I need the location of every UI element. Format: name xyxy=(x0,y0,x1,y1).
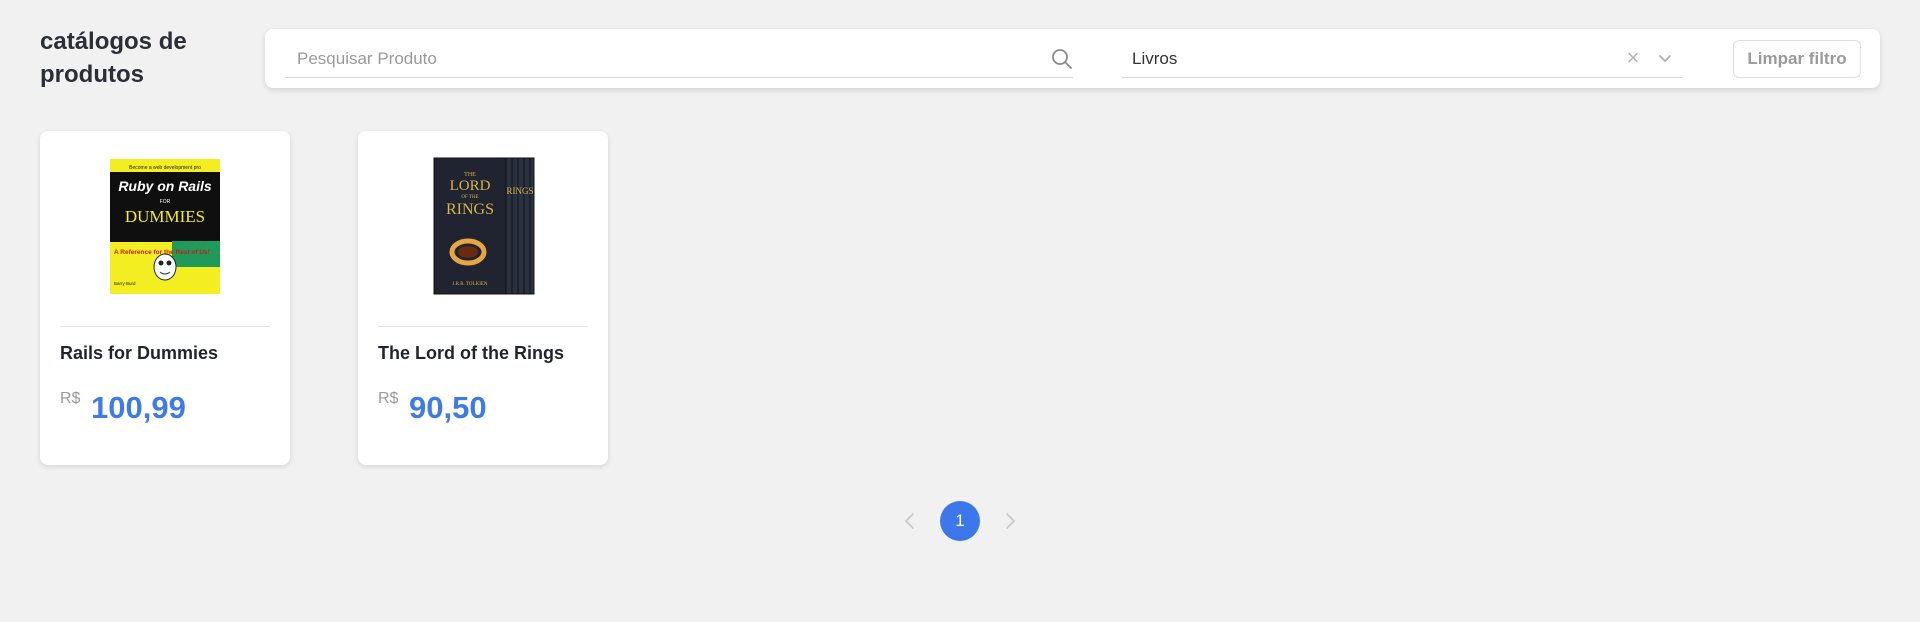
cover-for: FOR xyxy=(160,199,171,205)
cover-brand: DUMMIES xyxy=(125,207,205,226)
boxset-title-of: OF THE xyxy=(461,195,478,200)
filter-bar: Livros × Limpar filtro xyxy=(265,29,1880,88)
search-icon[interactable] xyxy=(1051,48,1073,70)
product-card[interactable]: THE LORD OF THE RINGS RINGS J.R.R. TOLKI… xyxy=(358,131,608,465)
chevron-down-icon[interactable] xyxy=(1654,49,1676,69)
boxset-title-main: RINGS xyxy=(446,201,494,218)
search-input[interactable] xyxy=(285,41,1025,77)
book-boxset-lord-of-the-rings-icon: THE LORD OF THE RINGS RINGS J.R.R. TOLKI… xyxy=(433,157,535,294)
category-selected-value: Livros xyxy=(1132,49,1178,68)
chevron-left-icon[interactable] xyxy=(900,509,920,533)
price-currency: R$ xyxy=(378,390,399,407)
product-price: 100,99 xyxy=(91,390,186,425)
book-cover-ruby-on-rails-for-dummies-icon: Become a web development pro Ruby on Rai… xyxy=(110,158,220,294)
product-image[interactable]: Become a web development pro Ruby on Rai… xyxy=(40,151,290,301)
product-card[interactable]: Become a web development pro Ruby on Rai… xyxy=(40,131,290,465)
cover-author: Barry Burd xyxy=(114,281,136,286)
cover-title: Ruby on Rails xyxy=(118,178,212,194)
boxset-author: J.R.R. TOLKIEN xyxy=(452,282,487,287)
boxset-title-mid: LORD xyxy=(450,178,491,194)
chevron-right-icon[interactable] xyxy=(1000,509,1020,533)
product-image[interactable]: THE LORD OF THE RINGS RINGS J.R.R. TOLKI… xyxy=(358,151,608,301)
product-name[interactable]: Rails for Dummies xyxy=(60,343,218,364)
catalog-page: catálogos de produtos Livros × Limpar fi… xyxy=(0,0,1920,622)
clear-icon[interactable]: × xyxy=(1622,46,1644,70)
pagination-page-button[interactable]: 1 xyxy=(940,501,980,541)
card-divider xyxy=(60,326,270,327)
boxset-spine-title: RINGS xyxy=(506,186,533,196)
clear-filter-button[interactable]: Limpar filtro xyxy=(1733,40,1861,78)
card-divider xyxy=(378,326,588,327)
product-name[interactable]: The Lord of the Rings xyxy=(378,343,564,364)
cover-tagline: Become a web development pro xyxy=(129,165,201,171)
page-title: catálogos de produtos xyxy=(40,28,187,88)
product-price: 90,50 xyxy=(409,390,487,425)
category-select[interactable]: Livros × xyxy=(1122,41,1682,78)
price-currency: R$ xyxy=(60,390,81,407)
search-field xyxy=(285,41,1073,78)
